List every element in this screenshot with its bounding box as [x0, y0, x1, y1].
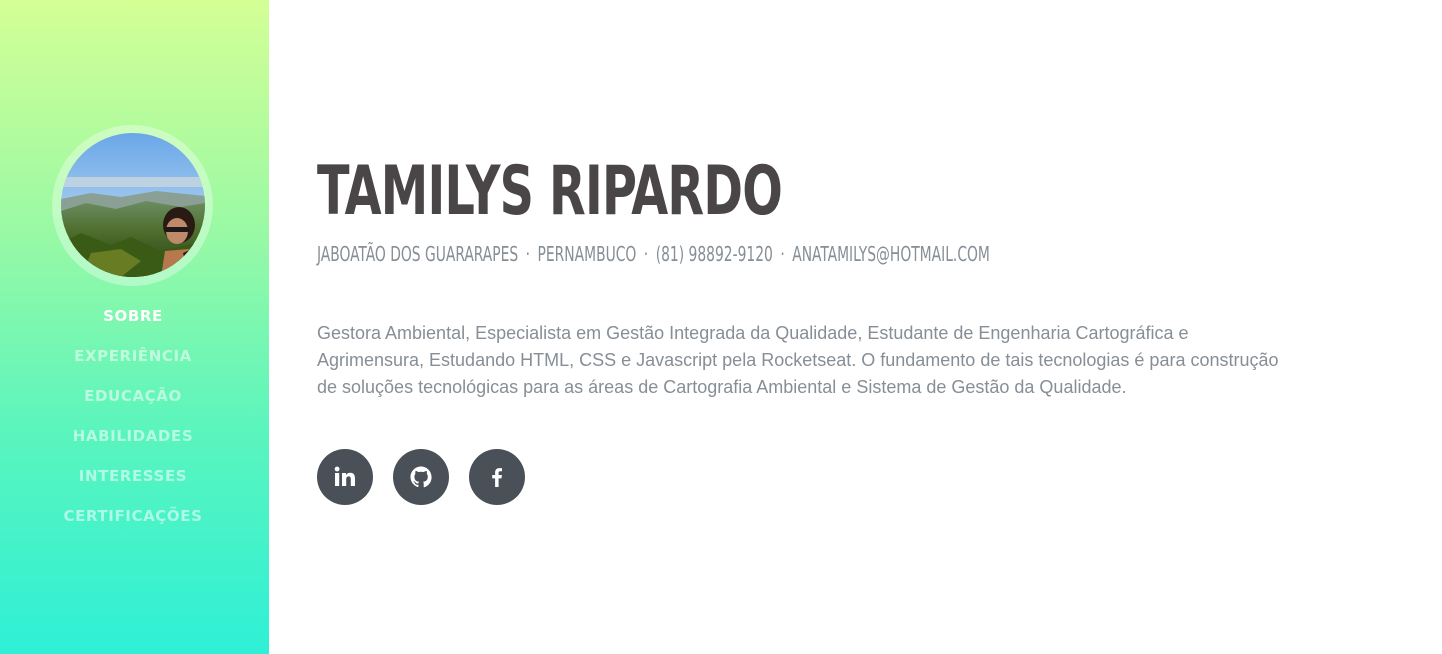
- nav-item-habilidades[interactable]: HABILIDADES: [0, 420, 266, 460]
- facebook-icon: [492, 468, 502, 487]
- social-links: [317, 449, 525, 505]
- nav-item-sobre[interactable]: SOBRE: [0, 300, 266, 340]
- nav-item-experiencia[interactable]: EXPERIÊNCIA: [0, 340, 266, 380]
- sidebar-nav: SOBRE EXPERIÊNCIA EDUCAÇÃO HABILIDADES I…: [0, 300, 266, 540]
- sidebar: SOBRE EXPERIÊNCIA EDUCAÇÃO HABILIDADES I…: [0, 0, 269, 654]
- contact-email[interactable]: ANATAMILYS@HOTMAIL.COM: [792, 242, 990, 266]
- contact-separator: ·: [525, 242, 531, 266]
- contact-city: JABOATÃO DOS GUARARAPES: [317, 242, 519, 266]
- resume-page: SOBRE EXPERIÊNCIA EDUCAÇÃO HABILIDADES I…: [0, 0, 1442, 654]
- nav-item-certificacoes[interactable]: CERTIFICAÇÕES: [0, 500, 266, 540]
- nav-item-educacao[interactable]: EDUCAÇÃO: [0, 380, 266, 420]
- about-text: Gestora Ambiental, Especialista em Gestã…: [317, 323, 1279, 397]
- contact-line: JABOATÃO DOS GUARARAPES · PERNAMBUCO · (…: [317, 240, 990, 268]
- linkedin-button[interactable]: [317, 449, 373, 505]
- github-icon: [410, 466, 432, 488]
- contact-separator: ·: [780, 242, 785, 266]
- contact-state: PERNAMBUCO: [537, 242, 637, 266]
- profile-photo: [61, 133, 205, 277]
- linkedin-icon: [334, 466, 355, 486]
- contact-phone: (81) 98892-9120: [655, 242, 773, 266]
- contact-separator: ·: [643, 242, 649, 266]
- profile-avatar: [61, 133, 205, 277]
- github-button[interactable]: [393, 449, 449, 505]
- facebook-button[interactable]: [469, 449, 525, 505]
- page-title: TAMILYS RIPARDO: [317, 152, 783, 231]
- nav-item-interesses[interactable]: INTERESSES: [0, 460, 266, 500]
- profile-avatar-ring: [52, 125, 213, 286]
